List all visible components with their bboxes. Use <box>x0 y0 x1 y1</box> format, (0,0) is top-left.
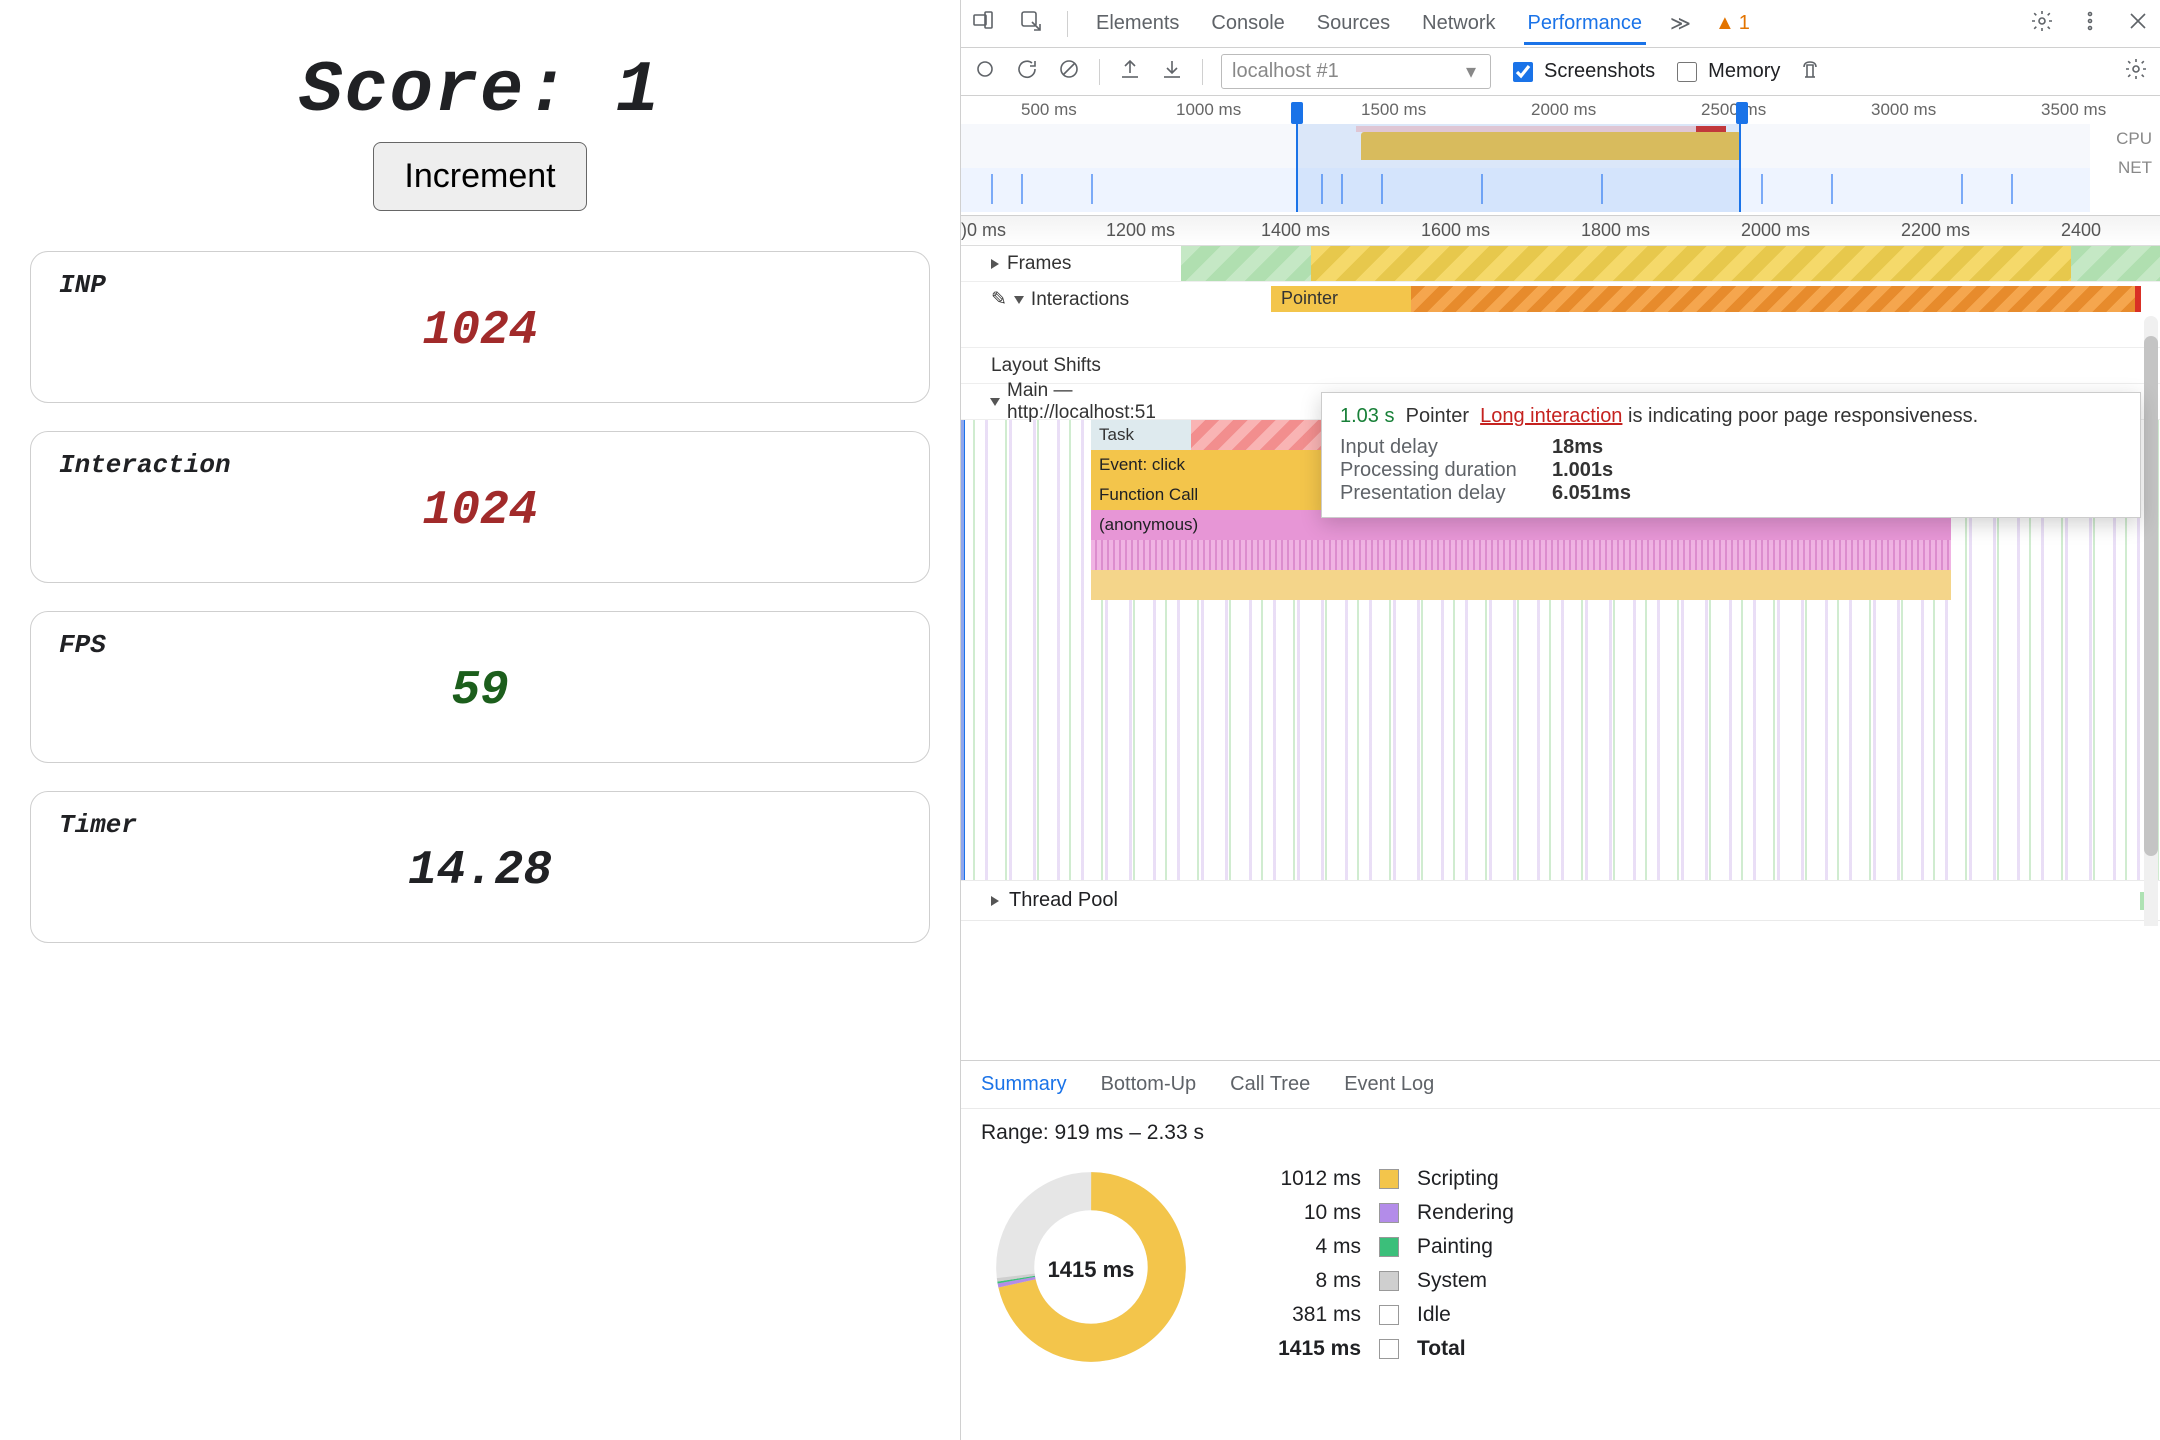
tab-sources[interactable]: Sources <box>1313 2 1394 45</box>
summary-donut: 1415 ms <box>991 1167 1191 1373</box>
device-toolbar-icon[interactable] <box>971 9 995 39</box>
btab-summary[interactable]: Summary <box>981 1073 1067 1096</box>
metric-label: FPS <box>59 630 901 660</box>
overview-timeline[interactable]: 500 ms 1000 ms 1500 ms 2000 ms 2500 ms 3… <box>961 96 2160 216</box>
score-value: 1 <box>616 50 661 132</box>
devtools-tabbar: Elements Console Sources Network Perform… <box>961 0 2160 48</box>
record-icon[interactable] <box>973 57 997 87</box>
metric-card-interaction: Interaction 1024 <box>30 431 930 583</box>
donut-center-label: 1415 ms <box>991 1167 1191 1373</box>
frames-track[interactable]: Frames <box>961 246 2160 282</box>
bottom-tabs: Summary Bottom-Up Call Tree Event Log <box>961 1061 2160 1109</box>
metric-label: Interaction <box>59 450 901 480</box>
track-label: Interactions <box>1031 289 1129 311</box>
overview-side-labels: CPU NET <box>2116 124 2152 182</box>
collapse-icon[interactable] <box>990 398 1000 406</box>
btab-event-log[interactable]: Event Log <box>1344 1073 1434 1096</box>
overview-selection[interactable] <box>1296 124 1741 212</box>
session-label: localhost #1 <box>1232 60 1339 83</box>
settings-icon[interactable] <box>2124 57 2148 87</box>
track-label: Main — http://localhost:51 <box>1007 380 1181 424</box>
metric-label: Timer <box>59 810 901 840</box>
edit-icon[interactable]: ✎ <box>991 288 1007 311</box>
flame-ruler: )0 ms 1200 ms 1400 ms 1600 ms 1800 ms 20… <box>961 216 2160 246</box>
track-label: Frames <box>1007 253 1071 275</box>
close-icon[interactable] <box>2126 9 2150 39</box>
metric-card-inp: INP 1024 <box>30 251 930 403</box>
memory-label: Memory <box>1708 60 1780 83</box>
interactions-track[interactable]: ✎ Interactions Pointer <box>961 282 2160 348</box>
flame-anon-stripe[interactable] <box>1091 540 1951 570</box>
tooltip-kind: Pointer <box>1406 405 1469 427</box>
selection-handle-left-icon[interactable] <box>1291 102 1303 124</box>
gc-icon[interactable] <box>1798 57 1822 87</box>
bottom-panel: Summary Bottom-Up Call Tree Event Log Ra… <box>961 1060 2160 1440</box>
increment-button[interactable]: Increment <box>373 142 586 211</box>
perf-toolbar: localhost #1 ▾ Screenshots Memory <box>961 48 2160 96</box>
flame-yellow-row[interactable] <box>1091 570 1951 600</box>
flamechart[interactable]: )0 ms 1200 ms 1400 ms 1600 ms 1800 ms 20… <box>961 216 2160 926</box>
tab-network[interactable]: Network <box>1418 2 1499 45</box>
metric-value: 1024 <box>59 484 901 538</box>
tooltip-time: 1.03 s <box>1340 405 1394 427</box>
btab-bottom-up[interactable]: Bottom-Up <box>1101 1073 1197 1096</box>
devtools-panel: Elements Console Sources Network Perform… <box>960 0 2160 1440</box>
metric-value: 1024 <box>59 304 901 358</box>
compositor-track[interactable]: Compositor <box>961 920 2160 926</box>
btab-call-tree[interactable]: Call Tree <box>1230 1073 1310 1096</box>
overview-plot[interactable] <box>961 124 2090 212</box>
selection-handle-right-icon[interactable] <box>1736 102 1748 124</box>
warnings-badge[interactable]: ▲ 1 <box>1715 12 1750 35</box>
screenshots-label: Screenshots <box>1544 60 1655 83</box>
summary-range: Range: 919 ms – 2.33 s <box>961 1109 2160 1157</box>
session-selector[interactable]: localhost #1 ▾ <box>1221 54 1491 89</box>
metric-card-timer: Timer 14.28 <box>30 791 930 943</box>
tab-console[interactable]: Console <box>1207 2 1288 45</box>
pointer-long-block[interactable] <box>1411 286 2141 312</box>
metric-value: 14.28 <box>59 844 901 898</box>
chevron-down-icon: ▾ <box>1466 59 1476 84</box>
summary-legend: 1012 msScripting 10 msRendering 4 msPain… <box>1251 1167 1514 1361</box>
track-label: Thread Pool <box>1009 889 1118 912</box>
metric-value: 59 <box>59 664 901 718</box>
tooltip-long-interaction-link[interactable]: Long interaction <box>1480 405 1622 427</box>
more-tabs-icon[interactable]: ≫ <box>1670 11 1691 36</box>
tab-performance[interactable]: Performance <box>1524 2 1647 45</box>
thread-pool-track[interactable]: Thread Pool <box>961 880 2160 920</box>
flame-task[interactable]: Task <box>1091 420 1191 450</box>
separator <box>1202 59 1203 85</box>
element-picker-icon[interactable] <box>1019 9 1043 39</box>
separator <box>1067 11 1068 37</box>
clear-icon[interactable] <box>1057 57 1081 87</box>
overview-ruler: 500 ms 1000 ms 1500 ms 2000 ms 2500 ms 3… <box>961 96 2160 124</box>
memory-checkbox[interactable]: Memory <box>1673 59 1780 85</box>
tab-elements[interactable]: Elements <box>1092 2 1183 45</box>
kebab-menu-icon[interactable] <box>2078 9 2102 39</box>
download-icon[interactable] <box>1160 57 1184 87</box>
scrollbar-thumb[interactable] <box>2144 336 2158 856</box>
separator <box>1099 59 1100 85</box>
page-under-test: Score: 1 Increment INP 1024 Interaction … <box>0 0 960 1440</box>
metric-card-fps: FPS 59 <box>30 611 930 763</box>
screenshots-checkbox[interactable]: Screenshots <box>1509 59 1655 85</box>
flame-scrollbar[interactable] <box>2144 316 2158 926</box>
track-label: Layout Shifts <box>961 355 1181 377</box>
interaction-tooltip: 1.03 s Pointer Long interaction is indic… <box>1321 392 2141 518</box>
settings-icon[interactable] <box>2030 9 2054 39</box>
reload-record-icon[interactable] <box>1015 57 1039 87</box>
tooltip-tail: is indicating poor page responsiveness. <box>1622 405 1978 427</box>
expand-icon[interactable] <box>991 896 999 906</box>
expand-icon[interactable] <box>991 259 999 269</box>
score-line: Score: 1 <box>30 50 930 132</box>
metric-label: INP <box>59 270 901 300</box>
score-prefix: Score: <box>299 50 615 132</box>
upload-icon[interactable] <box>1118 57 1142 87</box>
pointer-label: Pointer <box>1281 288 1338 309</box>
collapse-icon[interactable] <box>1014 296 1024 304</box>
